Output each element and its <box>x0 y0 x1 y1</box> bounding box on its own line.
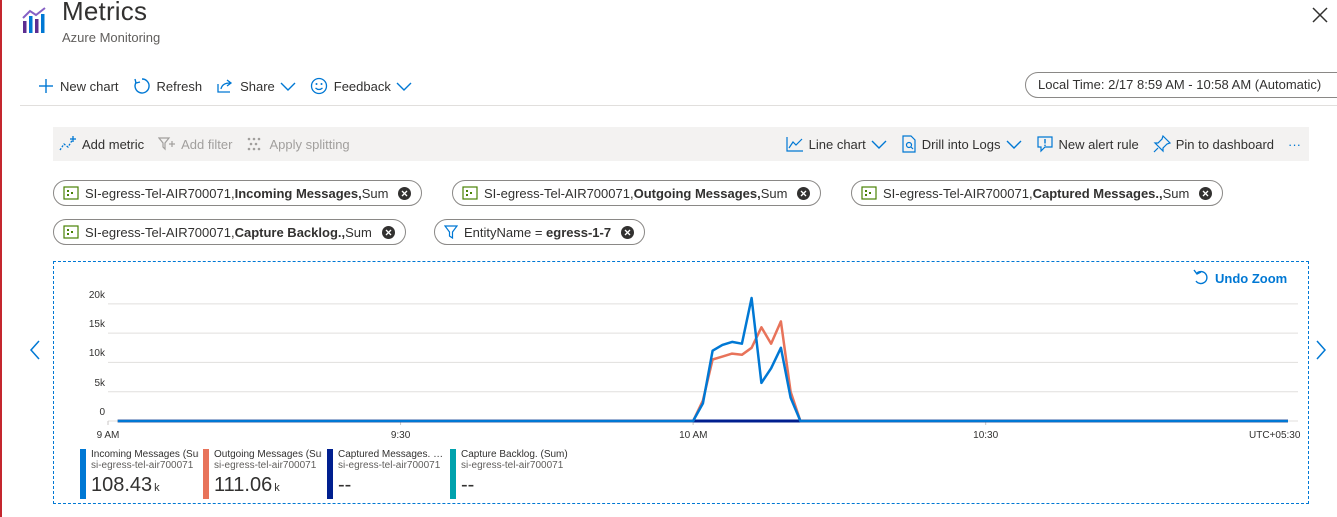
legend-resource: si-egress-tel-air700071 <box>91 460 194 471</box>
legend-text: Incoming Messages (Sum) si-egress-tel-air… <box>91 449 199 499</box>
legend-swatch <box>80 449 86 499</box>
legend-summary-number: 111.06 <box>214 474 273 496</box>
legend-series-name: Captured Messages. (Sum) <box>338 449 446 460</box>
legend-resource: si-egress-tel-air700071 <box>461 460 564 471</box>
legend-item-captured[interactable]: Captured Messages. (Sum)si-egress-tel-ai… <box>327 449 446 499</box>
series-line-incoming[interactable] <box>117 296 1288 423</box>
legend-summary-unit: k <box>154 482 160 494</box>
legend-series-name: Outgoing Messages (Sum) <box>214 449 322 460</box>
legend-item-incoming[interactable]: Incoming Messages (Sum) si-egress-tel-air… <box>80 449 199 499</box>
legend-text: Captured Messages. (Sum)si-egress-tel-ai… <box>338 449 446 499</box>
legend-item-backlog[interactable]: Capture Backlog. (Sum) si-egress-tel-air7… <box>450 449 569 499</box>
legend-summary-unit: k <box>274 482 280 494</box>
legend-summary-value: -- <box>338 474 446 499</box>
legend-series-name: Capture Backlog. (Sum) <box>461 449 568 460</box>
line-chart <box>107 296 1298 425</box>
legend-item-outgoing[interactable]: Outgoing Messages (Sum) si-egress-tel-air… <box>203 449 322 499</box>
y-tick-label: 15k <box>88 319 105 331</box>
x-tick-label: 10 AM <box>679 430 708 441</box>
legend-swatch <box>203 449 209 499</box>
legend-resource: si-egress-tel-air700071 <box>214 460 317 471</box>
legend-text: Outgoing Messages (Sum) si-egress-tel-air… <box>214 449 322 499</box>
y-tick-label: 5k <box>94 377 105 389</box>
legend-summary-value: -- <box>461 474 569 499</box>
legend-text: Capture Backlog. (Sum) si-egress-tel-air7… <box>461 449 569 499</box>
legend-series-name: Incoming Messages (Sum) <box>91 449 199 460</box>
x-tick-label: 9 AM <box>96 430 120 441</box>
x-tick-label: 10:30 <box>973 430 999 441</box>
timezone-label: UTC+05:30 <box>1249 430 1301 441</box>
series-line-outgoing[interactable] <box>117 320 1288 423</box>
x-tick-label: 9:30 <box>390 430 411 441</box>
y-tick-label: 0 <box>99 407 105 418</box>
legend-swatch <box>327 449 333 499</box>
legend-summary-number: 108.43 <box>91 474 153 496</box>
y-tick-label: 20k <box>88 289 105 301</box>
legend-summary-value: 108.43 k <box>91 474 199 499</box>
legend-summary-value: 111.06 k <box>214 474 322 499</box>
legend-resource: si-egress-tel-air700071 <box>338 460 441 471</box>
y-tick-label: 10k <box>88 348 105 360</box>
legend-swatch <box>450 449 456 499</box>
legend-summary-number: -- <box>338 474 352 496</box>
legend-summary-number: -- <box>461 474 475 496</box>
